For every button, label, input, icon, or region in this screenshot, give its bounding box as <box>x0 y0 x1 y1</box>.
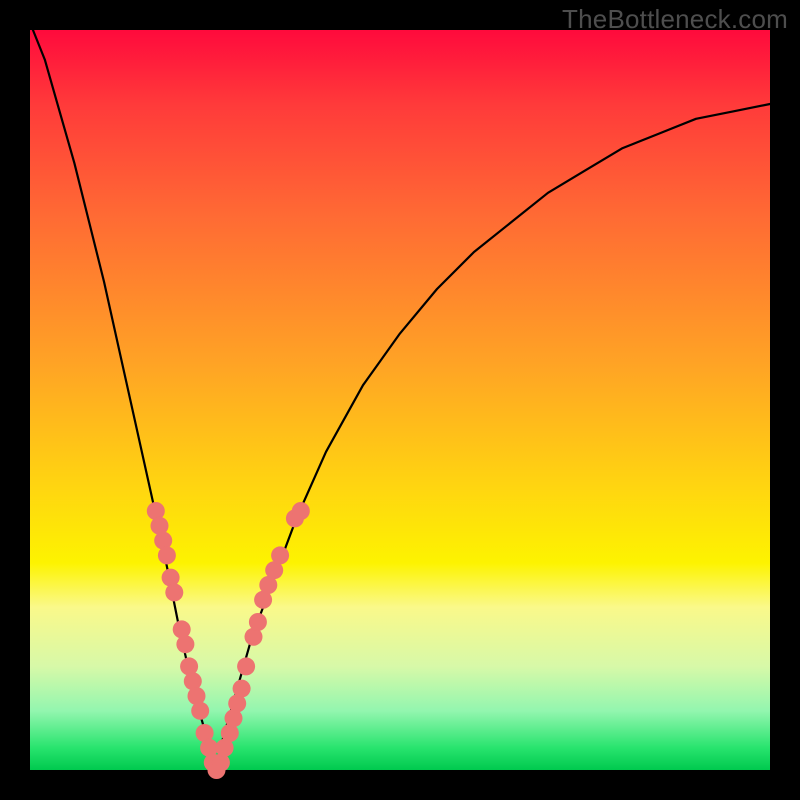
curve-marker <box>249 613 267 631</box>
curve-marker <box>233 680 251 698</box>
curve-marker <box>158 546 176 564</box>
curve-marker <box>176 635 194 653</box>
bottleneck-curve <box>30 23 770 770</box>
curve-marker <box>237 657 255 675</box>
curve-marker <box>191 702 209 720</box>
curve-markers-group <box>147 502 310 779</box>
curve-marker <box>165 583 183 601</box>
curve-marker <box>271 546 289 564</box>
curve-marker <box>292 502 310 520</box>
chart-svg <box>30 30 770 770</box>
bottleneck-chart <box>30 30 770 770</box>
